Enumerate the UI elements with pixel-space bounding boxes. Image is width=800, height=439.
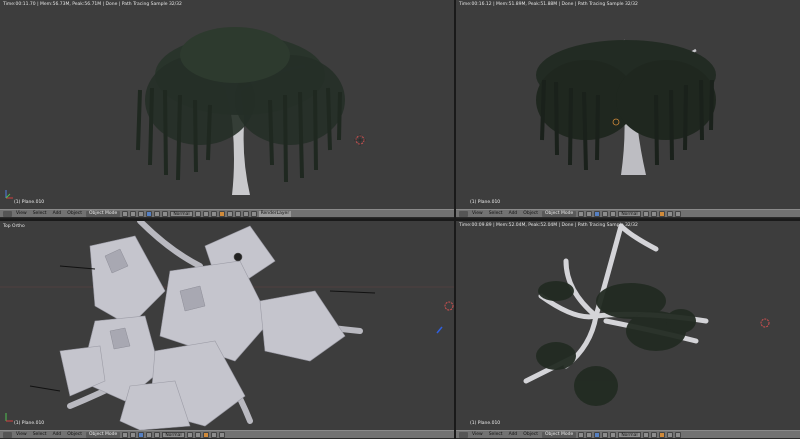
translate-icon[interactable] (594, 431, 601, 438)
snap-target-icon[interactable] (234, 210, 241, 217)
editor-type-icon[interactable] (459, 210, 468, 217)
shading-icon[interactable] (578, 431, 585, 438)
orientation-dropdown[interactable]: Normal (618, 431, 641, 438)
rendered-tree-top-view (523, 223, 770, 406)
camera-icon[interactable] (250, 210, 257, 217)
mode-dropdown[interactable]: Object Mode (85, 210, 121, 217)
rotate-icon[interactable] (146, 431, 153, 438)
viewport-bottom-right[interactable]: Time:00:09.89 | Mem:52.04M, Peak:52.04M … (456, 221, 800, 430)
lock-icon[interactable] (202, 431, 209, 438)
layer-icon[interactable] (202, 210, 209, 217)
layer-icon[interactable] (642, 431, 649, 438)
layer-icon[interactable] (194, 431, 201, 438)
rotate-icon[interactable] (602, 210, 609, 217)
viewport-top-left[interactable]: Time:00:11.70 | Mem:56.73M, Peak:56.71M … (0, 0, 454, 209)
translate-icon[interactable] (146, 210, 153, 217)
orientation-dropdown[interactable]: Normal (618, 210, 641, 217)
layer-icon[interactable] (186, 431, 193, 438)
orientation-dropdown[interactable]: Normal (170, 210, 193, 217)
render-icon[interactable] (218, 431, 225, 438)
mode-dropdown[interactable]: Object Mode (541, 210, 577, 217)
translate-icon[interactable] (594, 210, 601, 217)
pivot-icon[interactable] (586, 210, 593, 217)
view-menu[interactable]: View (14, 211, 29, 216)
object-label: (1) Plane.010 (14, 421, 45, 426)
mode-dropdown[interactable]: Object Mode (541, 431, 577, 438)
translate-icon[interactable] (138, 431, 145, 438)
snap-icon[interactable] (666, 431, 673, 438)
view-menu[interactable]: View (470, 211, 485, 216)
select-menu[interactable]: Select (487, 211, 505, 216)
render-layer-field[interactable]: RenderLayer (258, 210, 292, 217)
viewport-header-top-right: View Select Add Object Object Mode Norma… (456, 209, 800, 218)
scale-icon[interactable] (610, 431, 617, 438)
area-divider-horizontal[interactable] (0, 219, 800, 221)
viewport-bottom-left[interactable]: Top Ortho (1) Plane.010 (0, 221, 454, 430)
object-label: (1) Plane.010 (470, 421, 501, 426)
rotate-icon[interactable] (154, 210, 161, 217)
shading-icon[interactable] (122, 431, 129, 438)
render-icon[interactable] (674, 431, 681, 438)
viewport-top-right[interactable]: Time:00:16.12 | Mem:51.89M, Peak:51.88M … (456, 0, 800, 209)
render-icon[interactable] (242, 210, 249, 217)
editor-type-icon[interactable] (3, 210, 12, 217)
pivot-icon[interactable] (130, 210, 137, 217)
object-menu[interactable]: Object (521, 211, 540, 216)
select-menu[interactable]: Select (487, 432, 505, 437)
manipulator-icon[interactable] (138, 210, 145, 217)
select-menu[interactable]: Select (31, 432, 49, 437)
orientation-dropdown[interactable]: Normal (162, 431, 185, 438)
layer-icon[interactable] (642, 210, 649, 217)
add-menu[interactable]: Add (507, 211, 520, 216)
view-menu[interactable]: View (14, 432, 29, 437)
shading-icon[interactable] (122, 210, 129, 217)
lock-icon[interactable] (218, 210, 225, 217)
layer-icon[interactable] (650, 210, 657, 217)
object-menu[interactable]: Object (521, 432, 540, 437)
viewport-header-bottom-left: View Select Add Object Object Mode Norma… (0, 430, 454, 439)
snap-icon[interactable] (210, 431, 217, 438)
object-label: (1) Plane.010 (470, 200, 501, 205)
object-label: (1) Plane.010 (14, 200, 45, 205)
shading-icon[interactable] (578, 210, 585, 217)
mode-dropdown[interactable]: Object Mode (85, 431, 121, 438)
rendered-willow-tree (536, 39, 716, 175)
layer-icon[interactable] (194, 210, 201, 217)
viewport-header-top-left: View Select Add Object Object Mode Norma… (0, 209, 454, 218)
scale-icon[interactable] (162, 210, 169, 217)
snap-icon[interactable] (226, 210, 233, 217)
add-menu[interactable]: Add (51, 432, 64, 437)
snap-icon[interactable] (666, 210, 673, 217)
add-menu[interactable]: Add (51, 211, 64, 216)
render-icon[interactable] (674, 210, 681, 217)
object-menu[interactable]: Object (65, 211, 84, 216)
select-menu[interactable]: Select (31, 211, 49, 216)
rotate-icon[interactable] (602, 431, 609, 438)
top-ortho-leaf-planes (0, 221, 454, 430)
lock-icon[interactable] (658, 431, 665, 438)
layer-icon[interactable] (650, 431, 657, 438)
view-menu[interactable]: View (470, 432, 485, 437)
lock-icon[interactable] (658, 210, 665, 217)
object-menu[interactable]: Object (65, 432, 84, 437)
scale-icon[interactable] (610, 210, 617, 217)
viewport-header-bottom-right: View Select Add Object Object Mode Norma… (456, 430, 800, 439)
scale-icon[interactable] (154, 431, 161, 438)
layer-icon[interactable] (210, 210, 217, 217)
add-menu[interactable]: Add (507, 432, 520, 437)
pivot-icon[interactable] (586, 431, 593, 438)
editor-type-icon[interactable] (459, 431, 468, 438)
editor-type-icon[interactable] (3, 431, 12, 438)
pivot-icon[interactable] (130, 431, 137, 438)
rendered-willow-tree (5, 27, 366, 199)
